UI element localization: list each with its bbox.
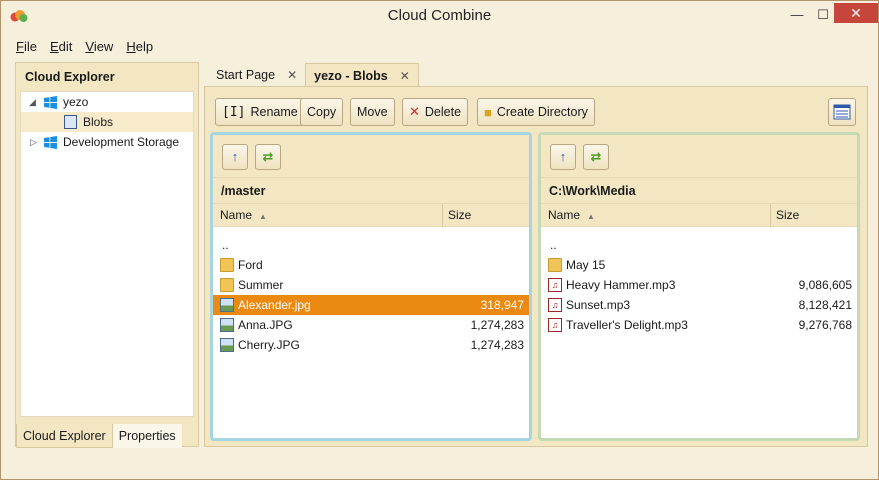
list-item-file[interactable]: ♫ Sunset.mp3 8,128,421 (541, 295, 857, 315)
sort-ascending-icon: ▲ (259, 212, 267, 221)
column-divider[interactable] (442, 204, 443, 227)
path-label: /master (213, 177, 529, 203)
refresh-icon: ⇄ (262, 149, 274, 164)
window-title: Cloud Combine (387, 7, 492, 24)
list-item-folder[interactable]: Ford (213, 255, 529, 275)
blobs-icon (64, 115, 77, 129)
sort-ascending-icon: ▲ (587, 212, 595, 221)
list-item-parent[interactable]: .. (213, 235, 529, 255)
list-item-file[interactable]: Anna.JPG 1,274,283 (213, 315, 529, 335)
tree-item-yezo[interactable]: ◢ yezo (21, 92, 193, 112)
tree-item-blobs[interactable]: Blobs (21, 112, 193, 132)
refresh-button[interactable]: ⇄ (255, 144, 281, 170)
column-header-name[interactable]: Name ▲ (548, 204, 595, 228)
refresh-icon: ⇄ (590, 149, 602, 164)
audio-file-icon: ♫ (548, 298, 562, 312)
up-arrow-icon: ↑ (231, 149, 239, 164)
close-tab-icon[interactable]: ✕ (400, 64, 410, 88)
view-mode-button[interactable] (828, 98, 856, 126)
new-folder-icon: ■ (484, 104, 492, 120)
windows-icon (44, 136, 57, 149)
path-label: C:\Work\Media (541, 177, 857, 203)
image-file-icon (220, 338, 234, 352)
tab-start-page[interactable]: Start Page ✕ (208, 63, 305, 87)
refresh-button[interactable]: ⇄ (583, 144, 609, 170)
file-list: .. May 15 ♫ Heavy Hammer.mp3 9,086,605 ♫… (541, 235, 857, 335)
right-file-panel: ↑ ⇄ C:\Work\Media Name ▲ Size .. May 15 ♫… (538, 132, 860, 441)
cloud-explorer-pane: Cloud Explorer ◢ yezo Blobs ▷ Developmen… (15, 62, 200, 448)
tab-properties[interactable]: Properties (112, 424, 182, 448)
image-file-icon (220, 318, 234, 332)
close-tab-icon[interactable]: ✕ (287, 63, 297, 87)
audio-file-icon: ♫ (548, 318, 562, 332)
column-headers: Name ▲ Size (213, 203, 529, 227)
expanded-arrow-icon[interactable]: ◢ (29, 92, 36, 112)
list-item-file-selected[interactable]: Alexander.jpg 318,947 (213, 295, 529, 315)
folder-icon (548, 258, 562, 272)
status-bar (9, 453, 871, 471)
left-file-panel: ↑ ⇄ /master Name ▲ Size .. Ford Summer Al… (210, 132, 532, 441)
explorer-tree: ◢ yezo Blobs ▷ Development Storage (20, 91, 194, 417)
menu-help[interactable]: Help (121, 37, 158, 57)
pane-title: Cloud Explorer (25, 70, 115, 84)
panel-toolbar: ↑ ⇄ (541, 135, 857, 177)
tab-cloud-explorer[interactable]: Cloud Explorer (16, 424, 113, 448)
column-headers: Name ▲ Size (541, 203, 857, 227)
maximize-button[interactable]: ☐ (810, 5, 836, 27)
list-item-file[interactable]: Cherry.JPG 1,274,283 (213, 335, 529, 355)
list-item-file[interactable]: ♫ Heavy Hammer.mp3 9,086,605 (541, 275, 857, 295)
column-header-size[interactable]: Size (776, 204, 799, 227)
close-button[interactable]: ✕ (834, 3, 878, 23)
tab-yezo-blobs[interactable]: yezo - Blobs ✕ (305, 63, 419, 87)
list-item-folder[interactable]: Summer (213, 275, 529, 295)
delete-button[interactable]: ✕ Delete (402, 98, 469, 126)
collapsed-arrow-icon[interactable]: ▷ (30, 132, 37, 152)
panel-toolbar: ↑ ⇄ (213, 135, 529, 177)
title-bar: Cloud Combine — ☐ ✕ (1, 1, 878, 31)
menu-file[interactable]: File (11, 37, 42, 57)
file-list: .. Ford Summer Alexander.jpg 318,947 Ann… (213, 235, 529, 355)
audio-file-icon: ♫ (548, 278, 562, 292)
delete-icon: ✕ (409, 104, 420, 119)
rename-icon: [I] (222, 104, 246, 120)
explorer-bottom-tabs: Cloud Explorer Properties (16, 424, 200, 448)
column-divider[interactable] (770, 204, 771, 227)
create-directory-button[interactable]: ■ Create Directory (477, 98, 595, 126)
tree-item-development-storage[interactable]: ▷ Development Storage (21, 132, 193, 152)
folder-icon (220, 278, 234, 292)
menu-edit[interactable]: Edit (45, 37, 77, 57)
column-header-name[interactable]: Name ▲ (220, 204, 267, 228)
menu-view[interactable]: View (80, 37, 118, 57)
move-button[interactable]: Move (350, 98, 395, 126)
app-window: Cloud Combine — ☐ ✕ File Edit View Help … (0, 0, 879, 480)
navigate-up-button[interactable]: ↑ (550, 144, 576, 170)
list-item-parent[interactable]: .. (541, 235, 857, 255)
list-item-file[interactable]: ♫ Traveller's Delight.mp3 9,276,768 (541, 315, 857, 335)
column-header-size[interactable]: Size (448, 204, 471, 227)
list-item-folder[interactable]: May 15 (541, 255, 857, 275)
windows-icon (44, 96, 57, 109)
minimize-button[interactable]: — (784, 5, 810, 27)
folder-icon (220, 258, 234, 272)
list-view-icon (833, 104, 851, 120)
copy-button[interactable]: Copy (300, 98, 344, 126)
document-tabs: Start Page ✕ yezo - Blobs ✕ (208, 63, 419, 87)
up-arrow-icon: ↑ (559, 149, 567, 164)
rename-button[interactable]: [I] Rename (215, 98, 305, 126)
image-file-icon (220, 298, 234, 312)
menu-bar: File Edit View Help (11, 37, 161, 57)
navigate-up-button[interactable]: ↑ (222, 144, 248, 170)
